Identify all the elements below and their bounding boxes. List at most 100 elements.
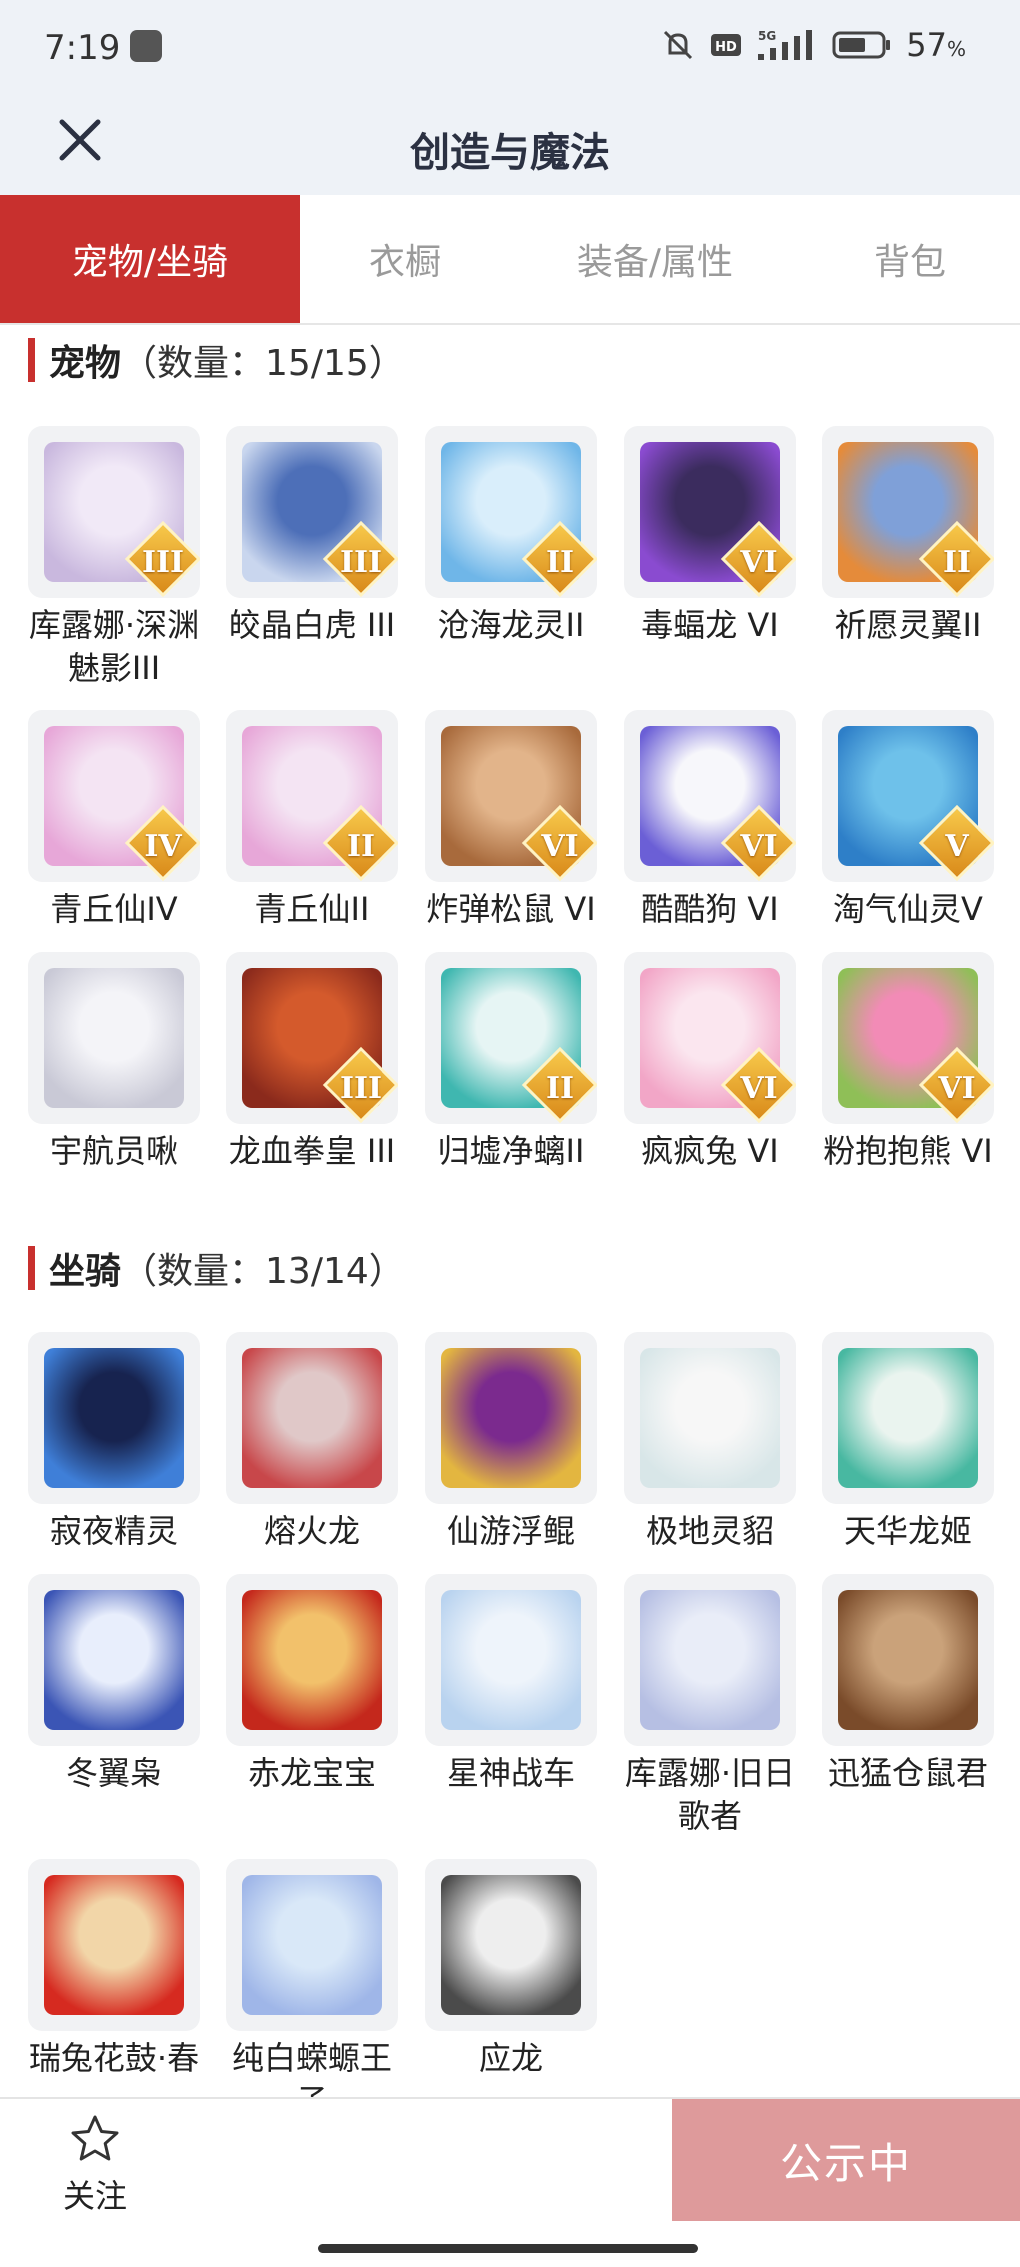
pet-item[interactable]: II 归墟净螭II <box>425 952 597 1173</box>
section-count: （数量：13/14） <box>121 1251 405 1292</box>
tab-backpack[interactable]: 背包 <box>800 195 1020 323</box>
mount-portrait <box>838 1590 978 1730</box>
pet-item[interactable]: IV 青丘仙IV <box>28 710 200 931</box>
tab-pets-mounts[interactable]: 宠物/坐骑 <box>0 195 300 323</box>
pet-item[interactable]: VI 疯疯兔 VI <box>624 952 796 1173</box>
rank-badge-label: III <box>339 545 383 580</box>
pets-section-title: 宠物 （数量：15/15） <box>28 334 405 386</box>
pet-item[interactable]: II 祈愿灵翼II <box>822 426 994 647</box>
pet-card: V <box>822 710 994 882</box>
mount-item[interactable]: 仙游浮鲲 <box>425 1332 597 1553</box>
battery-level: 57% <box>906 26 966 64</box>
pet-item[interactable]: II 青丘仙II <box>226 710 398 931</box>
pet-name: 皎晶白虎 III <box>228 606 396 644</box>
pet-item[interactable]: III 皎晶白虎 III <box>226 426 398 647</box>
mount-name: 熔火龙 <box>263 1512 360 1550</box>
pet-portrait <box>44 968 184 1108</box>
mount-name: 赤龙宝宝 <box>247 1754 376 1792</box>
mount-card <box>624 1574 796 1746</box>
header: 创造与魔法 <box>0 92 1020 195</box>
pet-name: 炸弹松鼠 VI <box>426 890 596 928</box>
mount-item[interactable]: 纯白蝾螈王子 <box>226 1859 398 2123</box>
mount-item[interactable]: 星神战车 <box>425 1574 597 1795</box>
page-title: 创造与魔法 <box>410 130 610 176</box>
section-accent-bar <box>28 338 35 382</box>
pet-card: VI <box>425 710 597 882</box>
mount-name: 迅猛仓鼠君 <box>827 1754 988 1792</box>
pet-card: VI <box>624 426 796 598</box>
pet-item[interactable]: VI 炸弹松鼠 VI <box>425 710 597 931</box>
pet-item[interactable]: V 淘气仙灵V <box>822 710 994 931</box>
mount-portrait <box>242 1875 382 2015</box>
follow-label: 关注 <box>62 2177 127 2215</box>
signal-5g-icon: 5G <box>758 29 813 60</box>
rank-badge-label: III <box>141 545 185 580</box>
pet-card: II <box>822 426 994 598</box>
hd-icon: HD <box>711 34 742 56</box>
mount-portrait <box>441 1590 581 1730</box>
notification-icon <box>130 30 162 62</box>
pet-name: 龙血拳皇 III <box>228 1132 396 1170</box>
home-indicator[interactable] <box>318 2244 698 2253</box>
pet-item[interactable]: III 龙血拳皇 III <box>226 952 398 1173</box>
rank-badge-label: II <box>346 829 376 864</box>
mount-portrait <box>242 1590 382 1730</box>
pet-name: 毒蝠龙 VI <box>641 606 779 644</box>
pet-item[interactable]: II 沧海龙灵II <box>425 426 597 647</box>
rank-badge-label: II <box>942 545 972 580</box>
mute-icon <box>664 30 693 60</box>
mount-name: 天华龙姬 <box>843 1512 972 1550</box>
pet-item[interactable]: VI 毒蝠龙 VI <box>624 426 796 647</box>
pet-name: 酷酷狗 VI <box>641 890 779 928</box>
pet-item[interactable]: VI 酷酷狗 VI <box>624 710 796 931</box>
pet-card: II <box>425 952 597 1124</box>
follow-button[interactable]: 关注 <box>40 2113 150 2217</box>
mount-item[interactable]: 极地灵貂 <box>624 1332 796 1553</box>
mount-card <box>624 1332 796 1504</box>
bottom-bar: 关注 公示中 <box>0 2097 1020 2227</box>
pet-item[interactable]: VI 粉抱抱熊 VI <box>822 952 994 1173</box>
mount-name: 仙游浮鲲 <box>446 1512 575 1550</box>
mount-name: 星神战车 <box>446 1754 575 1792</box>
status-icons: HD 5G 57% <box>660 26 966 64</box>
mount-item[interactable]: 库露娜·旧日歌者 <box>624 1574 796 1838</box>
mount-item[interactable]: 迅猛仓鼠君 <box>822 1574 994 1795</box>
tab-bar: 宠物/坐骑 衣橱 装备/属性 背包 <box>0 195 1020 325</box>
pet-name: 粉抱抱熊 VI <box>823 1132 993 1170</box>
battery-icon <box>832 31 891 59</box>
rank-badge-label: VI <box>541 829 579 864</box>
section-count: （数量：15/15） <box>121 343 405 384</box>
mount-card <box>425 1332 597 1504</box>
mount-portrait <box>44 1590 184 1730</box>
mounts-section-title: 坐骑 （数量：13/14） <box>28 1242 405 1294</box>
mount-item[interactable]: 赤龙宝宝 <box>226 1574 398 1795</box>
rank-badge-label: VI <box>740 545 778 580</box>
mount-card <box>822 1332 994 1504</box>
rank-badge-label: IV <box>144 829 182 864</box>
mount-item[interactable]: 冬翼枭 <box>28 1574 200 1795</box>
tab-wardrobe[interactable]: 衣橱 <box>300 195 510 323</box>
rank-badge-label: III <box>339 1071 383 1106</box>
mount-item[interactable]: 寂夜精灵 <box>28 1332 200 1553</box>
mount-item[interactable]: 天华龙姬 <box>822 1332 994 1553</box>
section-name: 坐骑 <box>49 1251 122 1292</box>
pet-name: 归墟净螭II <box>437 1132 585 1170</box>
public-notice-button[interactable]: 公示中 <box>672 2099 1020 2221</box>
mount-portrait <box>640 1590 780 1730</box>
pet-card: II <box>425 426 597 598</box>
rank-badge-label: VI <box>740 1071 778 1106</box>
mount-portrait <box>441 1348 581 1488</box>
pet-card <box>28 952 200 1124</box>
mount-item[interactable]: 熔火龙 <box>226 1332 398 1553</box>
pet-item[interactable]: III 库露娜·深渊魅影III <box>28 426 200 690</box>
mount-item[interactable]: 瑞兔花鼓·春 <box>28 1859 200 2080</box>
mount-card <box>425 1574 597 1746</box>
mount-name: 极地灵貂 <box>645 1512 774 1550</box>
mount-portrait <box>242 1348 382 1488</box>
pet-item[interactable]: 宇航员啾 <box>28 952 200 1173</box>
tab-equipment[interactable]: 装备/属性 <box>510 195 800 323</box>
mount-item[interactable]: 应龙 <box>425 1859 597 2080</box>
mount-card <box>28 1332 200 1504</box>
pet-card: VI <box>624 952 796 1124</box>
mount-name: 应龙 <box>478 2039 543 2077</box>
